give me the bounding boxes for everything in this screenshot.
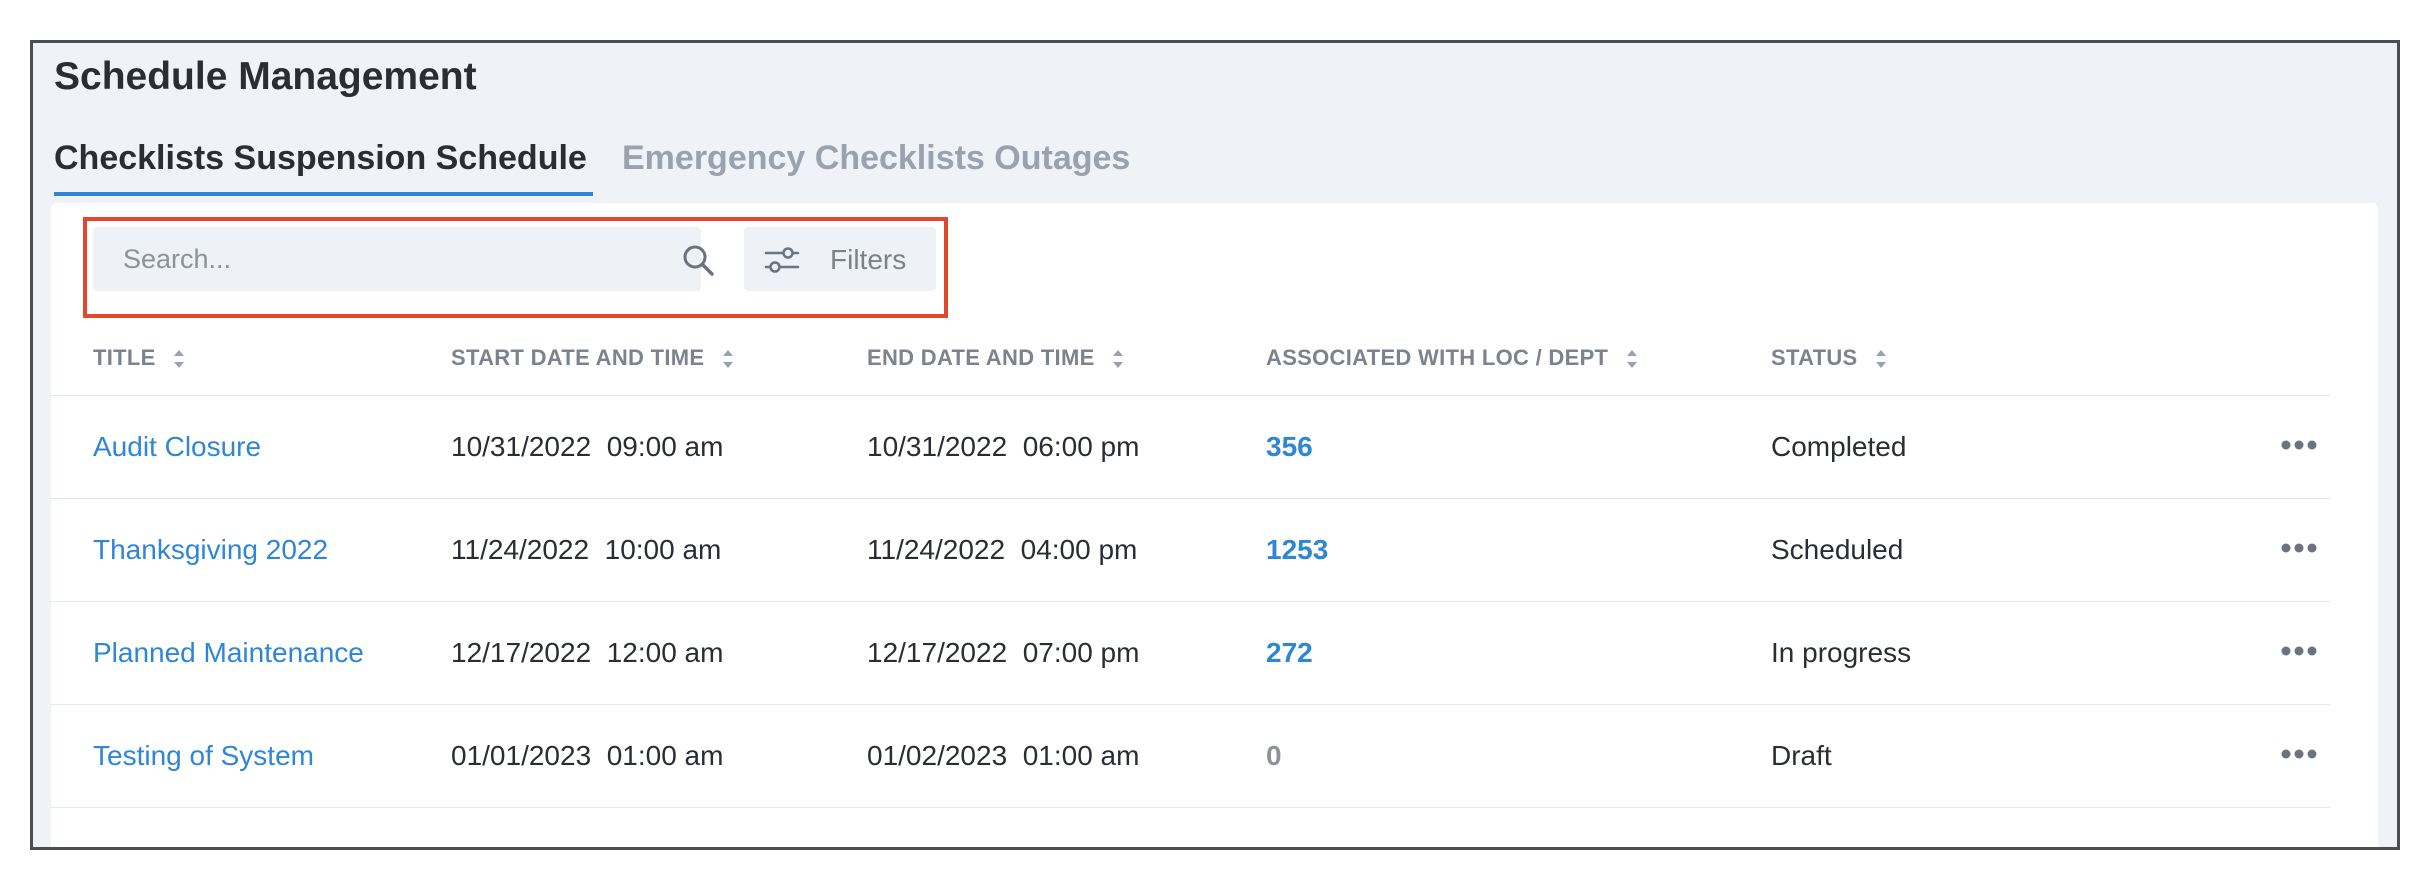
sort-icon (1875, 350, 1886, 369)
column-header-label: STATUS (1771, 345, 1858, 370)
row-associated-count[interactable]: 1253 (1266, 499, 1328, 601)
search-input[interactable] (93, 227, 643, 291)
row-title-link[interactable]: Planned Maintenance (93, 602, 364, 704)
table-row: Testing of System 01/01/2023 01:00 am 01… (51, 705, 2331, 808)
more-horizontal-icon[interactable] (2281, 541, 2317, 555)
row-status: Completed (1771, 431, 1907, 462)
column-header-title[interactable]: TITLE (93, 345, 186, 372)
row-end-datetime: 12/17/2022 07:00 pm (867, 637, 1140, 668)
row-start-datetime: 12/17/2022 12:00 am (451, 637, 724, 668)
row-title-link[interactable]: Testing of System (93, 705, 314, 807)
sort-icon (174, 350, 185, 369)
table-row: Planned Maintenance 12/17/2022 12:00 am … (51, 602, 2331, 705)
sort-icon (1626, 350, 1637, 369)
row-associated-count[interactable]: 272 (1266, 602, 1313, 704)
page-title: Schedule Management (54, 55, 477, 98)
row-start-datetime: 10/31/2022 09:00 am (451, 431, 724, 462)
column-header-start[interactable]: START DATE AND TIME (451, 345, 735, 372)
row-end-datetime: 01/02/2023 01:00 am (867, 740, 1140, 771)
sliders-icon (764, 247, 800, 273)
table-row: Audit Closure 10/31/2022 09:00 am 10/31/… (51, 396, 2331, 499)
filters-button[interactable]: Filters (744, 227, 936, 291)
row-associated-count[interactable]: 356 (1266, 396, 1313, 498)
row-start-datetime: 01/01/2023 01:00 am (451, 740, 724, 771)
table-header: TITLE START DATE AND TIME END DATE AND T… (51, 319, 2331, 396)
table-row: Thanksgiving 2022 11/24/2022 10:00 am 11… (51, 499, 2331, 602)
sort-icon (1112, 350, 1123, 369)
row-title-link[interactable]: Audit Closure (93, 396, 261, 498)
row-title-link[interactable]: Thanksgiving 2022 (93, 499, 328, 601)
tab-emergency-checklists-outages[interactable]: Emergency Checklists Outages (622, 139, 1130, 192)
row-end-datetime: 11/24/2022 04:00 pm (867, 534, 1138, 565)
row-status: Draft (1771, 740, 1832, 771)
tab-checklists-suspension-schedule[interactable]: Checklists Suspension Schedule (54, 139, 593, 196)
row-status: Scheduled (1771, 534, 1904, 565)
more-horizontal-icon[interactable] (2281, 644, 2317, 658)
row-end-datetime: 10/31/2022 06:00 pm (867, 431, 1140, 462)
column-header-end[interactable]: END DATE AND TIME (867, 345, 1125, 372)
row-status: In progress (1771, 637, 1912, 668)
column-header-status[interactable]: STATUS (1771, 345, 1888, 372)
column-header-label: START DATE AND TIME (451, 345, 705, 370)
row-start-datetime: 11/24/2022 10:00 am (451, 534, 722, 565)
sort-icon (722, 350, 733, 369)
filters-label: Filters (830, 244, 907, 275)
column-header-label: END DATE AND TIME (867, 345, 1095, 370)
search-icon[interactable] (679, 241, 719, 281)
row-associated-count[interactable]: 0 (1266, 705, 1282, 807)
more-horizontal-icon[interactable] (2281, 747, 2317, 761)
search-box (93, 227, 714, 291)
column-header-label: TITLE (93, 345, 156, 370)
column-header-label: ASSOCIATED WITH LOC / DEPT (1266, 345, 1609, 370)
schedule-card: Filters TITLE START DATE AND TIME END DA… (51, 203, 2378, 847)
more-horizontal-icon[interactable] (2281, 438, 2317, 452)
app-window: Schedule Management Checklists Suspensio… (30, 40, 2400, 850)
column-header-associated[interactable]: ASSOCIATED WITH LOC / DEPT (1266, 345, 1639, 372)
